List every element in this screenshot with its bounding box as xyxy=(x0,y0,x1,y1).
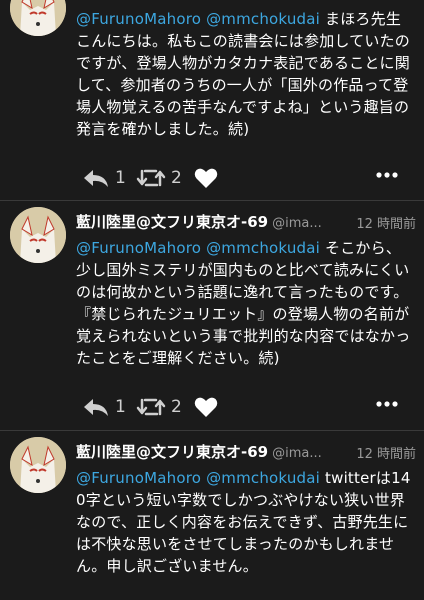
display-name[interactable]: 藍川陸里@文フリ東京オ-69 xyxy=(76,213,268,231)
reply-arrow-icon xyxy=(84,170,108,187)
tweet-2[interactable]: 藍川陸里@文フリ東京オ-69 @ima... 12 時間前 @FurunoMaho… xyxy=(0,201,424,430)
user-handle[interactable]: @ima... xyxy=(272,216,322,231)
retweet-count: 2 xyxy=(171,397,182,417)
display-name[interactable]: 藍川陸里@文フリ東京オ-69 xyxy=(76,443,268,461)
heart-icon xyxy=(194,168,218,188)
tweet-text: @FurunoMahoro @mmchokudai そこから、少し国外ミステリが… xyxy=(76,237,416,369)
retweet-count: 2 xyxy=(171,168,182,188)
retweet-icon xyxy=(136,398,166,416)
more-dots-icon[interactable] xyxy=(376,400,398,408)
tweet-header: 藍川陸里@文フリ東京オ-69 @ima... 12 時間前 xyxy=(76,211,416,233)
tweet-actions: 1 2 xyxy=(76,163,416,193)
avatar[interactable] xyxy=(10,0,66,36)
tweet-1[interactable]: @FurunoMahoro @mmchokudai まほろ先生こんにちは。私もこ… xyxy=(0,0,424,200)
heart-icon xyxy=(194,397,218,417)
avatar[interactable] xyxy=(10,207,66,263)
like-button[interactable] xyxy=(194,163,218,193)
reply-arrow-icon xyxy=(84,399,108,416)
tweet-text: @FurunoMahoro @mmchokudai twitterは140字とい… xyxy=(76,467,416,577)
reply-button[interactable]: 1 xyxy=(82,392,126,422)
mention-links[interactable]: @FurunoMahoro @mmchokudai xyxy=(76,10,320,28)
tweet-body-text: まほろ先生こんにちは。私もこの読書会には参加していたのですが、登場人物がカタカナ… xyxy=(76,10,410,138)
tweet-header: 藍川陸里@文フリ東京オ-69 @ima... 12 時間前 xyxy=(76,441,416,463)
tweet-3[interactable]: 藍川陸里@文フリ東京オ-69 @ima... 12 時間前 @FurunoMaho… xyxy=(0,431,424,600)
retweet-button[interactable]: 2 xyxy=(136,163,182,193)
tweet-text: @FurunoMahoro @mmchokudai まほろ先生こんにちは。私もこ… xyxy=(76,8,416,140)
retweet-button[interactable]: 2 xyxy=(136,392,182,422)
tweet-actions: 1 2 xyxy=(76,392,416,422)
tweet-body-text: そこから、少し国外ミステリが国内ものと比べて読みにくいのは何故かという話題に逸れ… xyxy=(76,239,411,367)
timestamp: 12 時間前 xyxy=(354,443,416,462)
reply-button[interactable]: 1 xyxy=(82,163,126,193)
mention-links[interactable]: @FurunoMahoro @mmchokudai xyxy=(76,469,320,487)
reply-count: 1 xyxy=(115,397,126,417)
like-button[interactable] xyxy=(194,392,218,422)
avatar[interactable] xyxy=(10,437,66,493)
mention-links[interactable]: @FurunoMahoro @mmchokudai xyxy=(76,239,320,257)
retweet-icon xyxy=(136,169,166,187)
user-handle[interactable]: @ima... xyxy=(272,446,322,461)
reply-count: 1 xyxy=(115,168,126,188)
timestamp: 12 時間前 xyxy=(354,213,416,232)
more-dots-icon[interactable] xyxy=(376,171,398,179)
